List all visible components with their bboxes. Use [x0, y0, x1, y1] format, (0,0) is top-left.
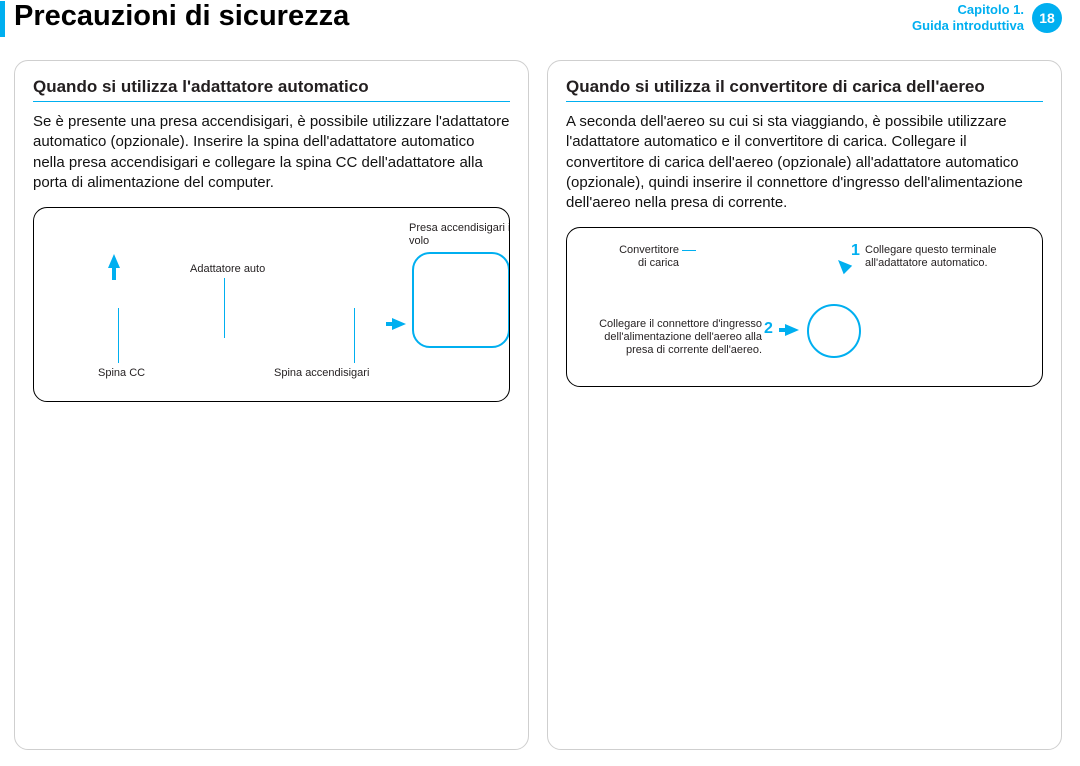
- label-step-1: Collegare questo terminale all'adattator…: [865, 244, 1025, 269]
- label-adattatore-auto: Adattatore auto: [190, 263, 265, 276]
- panel-airplane-converter: Quando si utilizza il convertitore di ca…: [547, 60, 1062, 750]
- chapter-line-1: Capitolo 1.: [912, 2, 1024, 18]
- outline-socket-circle: [807, 304, 861, 358]
- panels: Quando si utilizza l'adattatore automati…: [14, 60, 1062, 750]
- leader-spina-accendisigari: [354, 308, 355, 363]
- page: Precauzioni di sicurezza Capitolo 1. Gui…: [0, 0, 1080, 766]
- label-presa-in-volo: Presa accendisigari in volo: [409, 222, 510, 247]
- label-convertitore: Convertitore di carica: [609, 244, 679, 269]
- arrow-right-step2-icon: [785, 324, 799, 336]
- arrow-up-icon: [108, 254, 120, 268]
- label-spina-cc: Spina CC: [98, 367, 145, 380]
- leader-adattatore: [224, 278, 225, 338]
- arrow-right-step2-stub: [779, 328, 785, 332]
- arrow-right-stub: [386, 322, 392, 326]
- page-title: Precauzioni di sicurezza: [14, 0, 349, 33]
- outline-airplane-socket: [412, 252, 510, 348]
- panel-auto-adapter: Quando si utilizza l'adattatore automati…: [14, 60, 529, 750]
- leader-spina-cc: [118, 308, 119, 363]
- label-spina-accendisigari: Spina accendisigari: [274, 367, 369, 380]
- chapter-line-2: Guida introduttiva: [912, 18, 1024, 34]
- heading-airplane-converter: Quando si utilizza il convertitore di ca…: [566, 77, 1043, 97]
- heading-divider-2: [566, 101, 1043, 102]
- arrow-up-stub: [112, 268, 116, 280]
- step-number-1: 1: [851, 242, 860, 260]
- illustration-airplane-converter: Convertitore di carica 1 Collegare quest…: [566, 227, 1043, 387]
- leader-convertitore: [682, 250, 696, 251]
- accent-bar: [0, 1, 5, 37]
- arrow-right-icon: [392, 318, 406, 330]
- label-step-2: Collegare il connettore d'ingresso dell'…: [587, 318, 762, 356]
- heading-auto-adapter: Quando si utilizza l'adattatore automati…: [33, 77, 510, 97]
- chapter-text: Capitolo 1. Guida introduttiva: [912, 2, 1024, 35]
- page-number-badge: 18: [1032, 3, 1062, 33]
- chapter-block: Capitolo 1. Guida introduttiva 18: [912, 2, 1062, 35]
- body-airplane-converter: A seconda dell'aereo su cui si sta viagg…: [566, 112, 1043, 213]
- page-number: 18: [1039, 10, 1055, 26]
- step-number-2: 2: [764, 320, 773, 338]
- arrow-diag-icon: [834, 256, 852, 274]
- illustration-auto-adapter: Presa accendisigari in volo Adattatore a…: [33, 207, 510, 402]
- body-auto-adapter: Se è presente una presa accendisigari, è…: [33, 112, 510, 193]
- heading-divider: [33, 101, 510, 102]
